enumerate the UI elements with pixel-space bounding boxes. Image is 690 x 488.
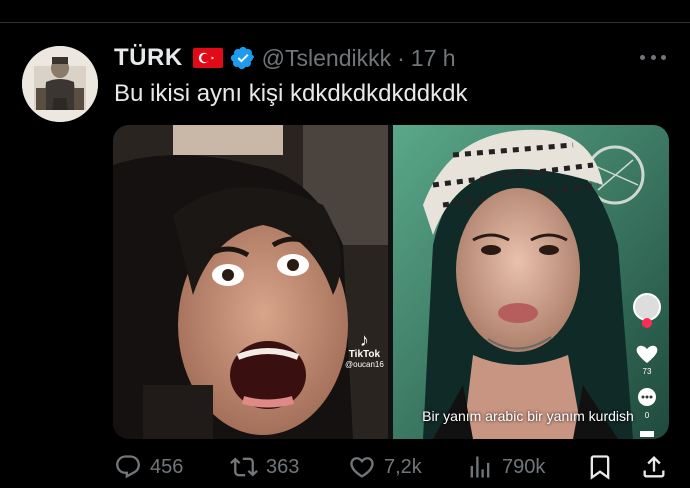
- like-icon: [350, 457, 374, 478]
- tiktok-watermark: ♪ TikTok @oucan16: [345, 331, 384, 369]
- share-icon: [643, 456, 665, 478]
- tweet-actions: 456 363 7,2k 790k: [114, 451, 670, 483]
- views-count: 790k: [502, 455, 546, 478]
- reply-icon: [116, 455, 140, 479]
- tiktok-logo-icon: ♪: [359, 330, 369, 350]
- video-caption: Bir yanım arabic bir yanım kurdish: [422, 408, 634, 424]
- tweet-header: TÜRK @Tslendikkk · 17 h: [114, 42, 456, 74]
- turkey-flag-icon: [192, 48, 223, 68]
- avatar[interactable]: [22, 46, 98, 122]
- share-button[interactable]: [640, 451, 668, 483]
- video-comment-count: 0: [644, 411, 650, 420]
- tiktok-brand: TikTok: [348, 349, 381, 360]
- video-side-ui: 73 0: [633, 293, 661, 439]
- media-image-right[interactable]: Bir yanım arabic bir yanım kurdish 73 0: [393, 125, 669, 439]
- views-icon: [470, 456, 490, 478]
- separator-dot: ·: [397, 44, 405, 71]
- repost-count: 363: [266, 455, 300, 478]
- tweet-timestamp[interactable]: 17 h: [411, 45, 456, 72]
- media-grid[interactable]: ♪ TikTok @oucan16 Bir yanım arabic bir y…: [113, 125, 669, 439]
- bookmark-button[interactable]: [586, 451, 614, 483]
- media-image-left[interactable]: ♪ TikTok @oucan16: [113, 125, 388, 439]
- like-button[interactable]: 7,2k: [348, 451, 422, 483]
- repost-button[interactable]: 363: [230, 451, 299, 483]
- user-handle[interactable]: @Tslendikkk: [262, 45, 391, 72]
- reply-count: 456: [150, 455, 184, 478]
- views-button[interactable]: 790k: [466, 451, 545, 483]
- more-icon[interactable]: [640, 50, 666, 64]
- bookmark-icon: [590, 455, 610, 480]
- reply-button[interactable]: 456: [114, 451, 183, 483]
- divider: [0, 22, 690, 23]
- tiktok-username: @oucan16: [345, 360, 384, 369]
- like-count: 7,2k: [384, 455, 422, 478]
- repost-icon: [230, 457, 258, 477]
- verified-badge-icon[interactable]: [230, 45, 256, 71]
- video-like-count: 73: [642, 367, 652, 376]
- display-name[interactable]: TÜRK: [114, 44, 183, 72]
- tweet-text: Bu ikisi aynı kişi kdkdkdkdkddkdk: [114, 80, 468, 107]
